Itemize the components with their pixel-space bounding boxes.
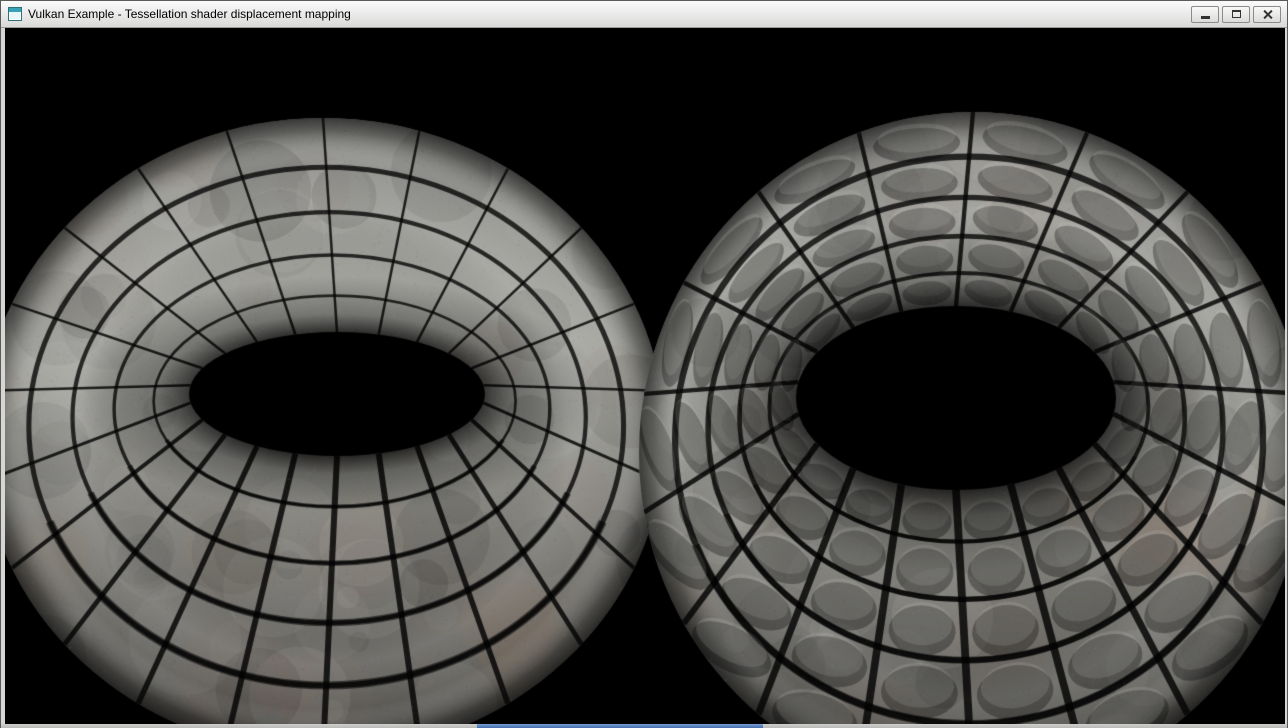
window-controls [1191, 6, 1281, 23]
maximize-button[interactable] [1222, 6, 1250, 23]
app-window: Vulkan Example - Tessellation shader dis… [0, 0, 1288, 728]
title-bar[interactable]: Vulkan Example - Tessellation shader dis… [1, 1, 1287, 28]
maximize-icon [1232, 10, 1241, 18]
window-frame-bottom [1, 724, 1287, 728]
close-button[interactable] [1253, 6, 1281, 23]
minimize-button[interactable] [1191, 6, 1219, 23]
frame-bottom-accent [477, 724, 763, 728]
window-title: Vulkan Example - Tessellation shader dis… [28, 7, 1191, 21]
app-icon [8, 7, 22, 21]
render-canvas[interactable] [5, 28, 1285, 724]
minimize-icon [1201, 16, 1210, 19]
close-icon [1262, 9, 1273, 20]
render-viewport[interactable] [5, 28, 1285, 724]
